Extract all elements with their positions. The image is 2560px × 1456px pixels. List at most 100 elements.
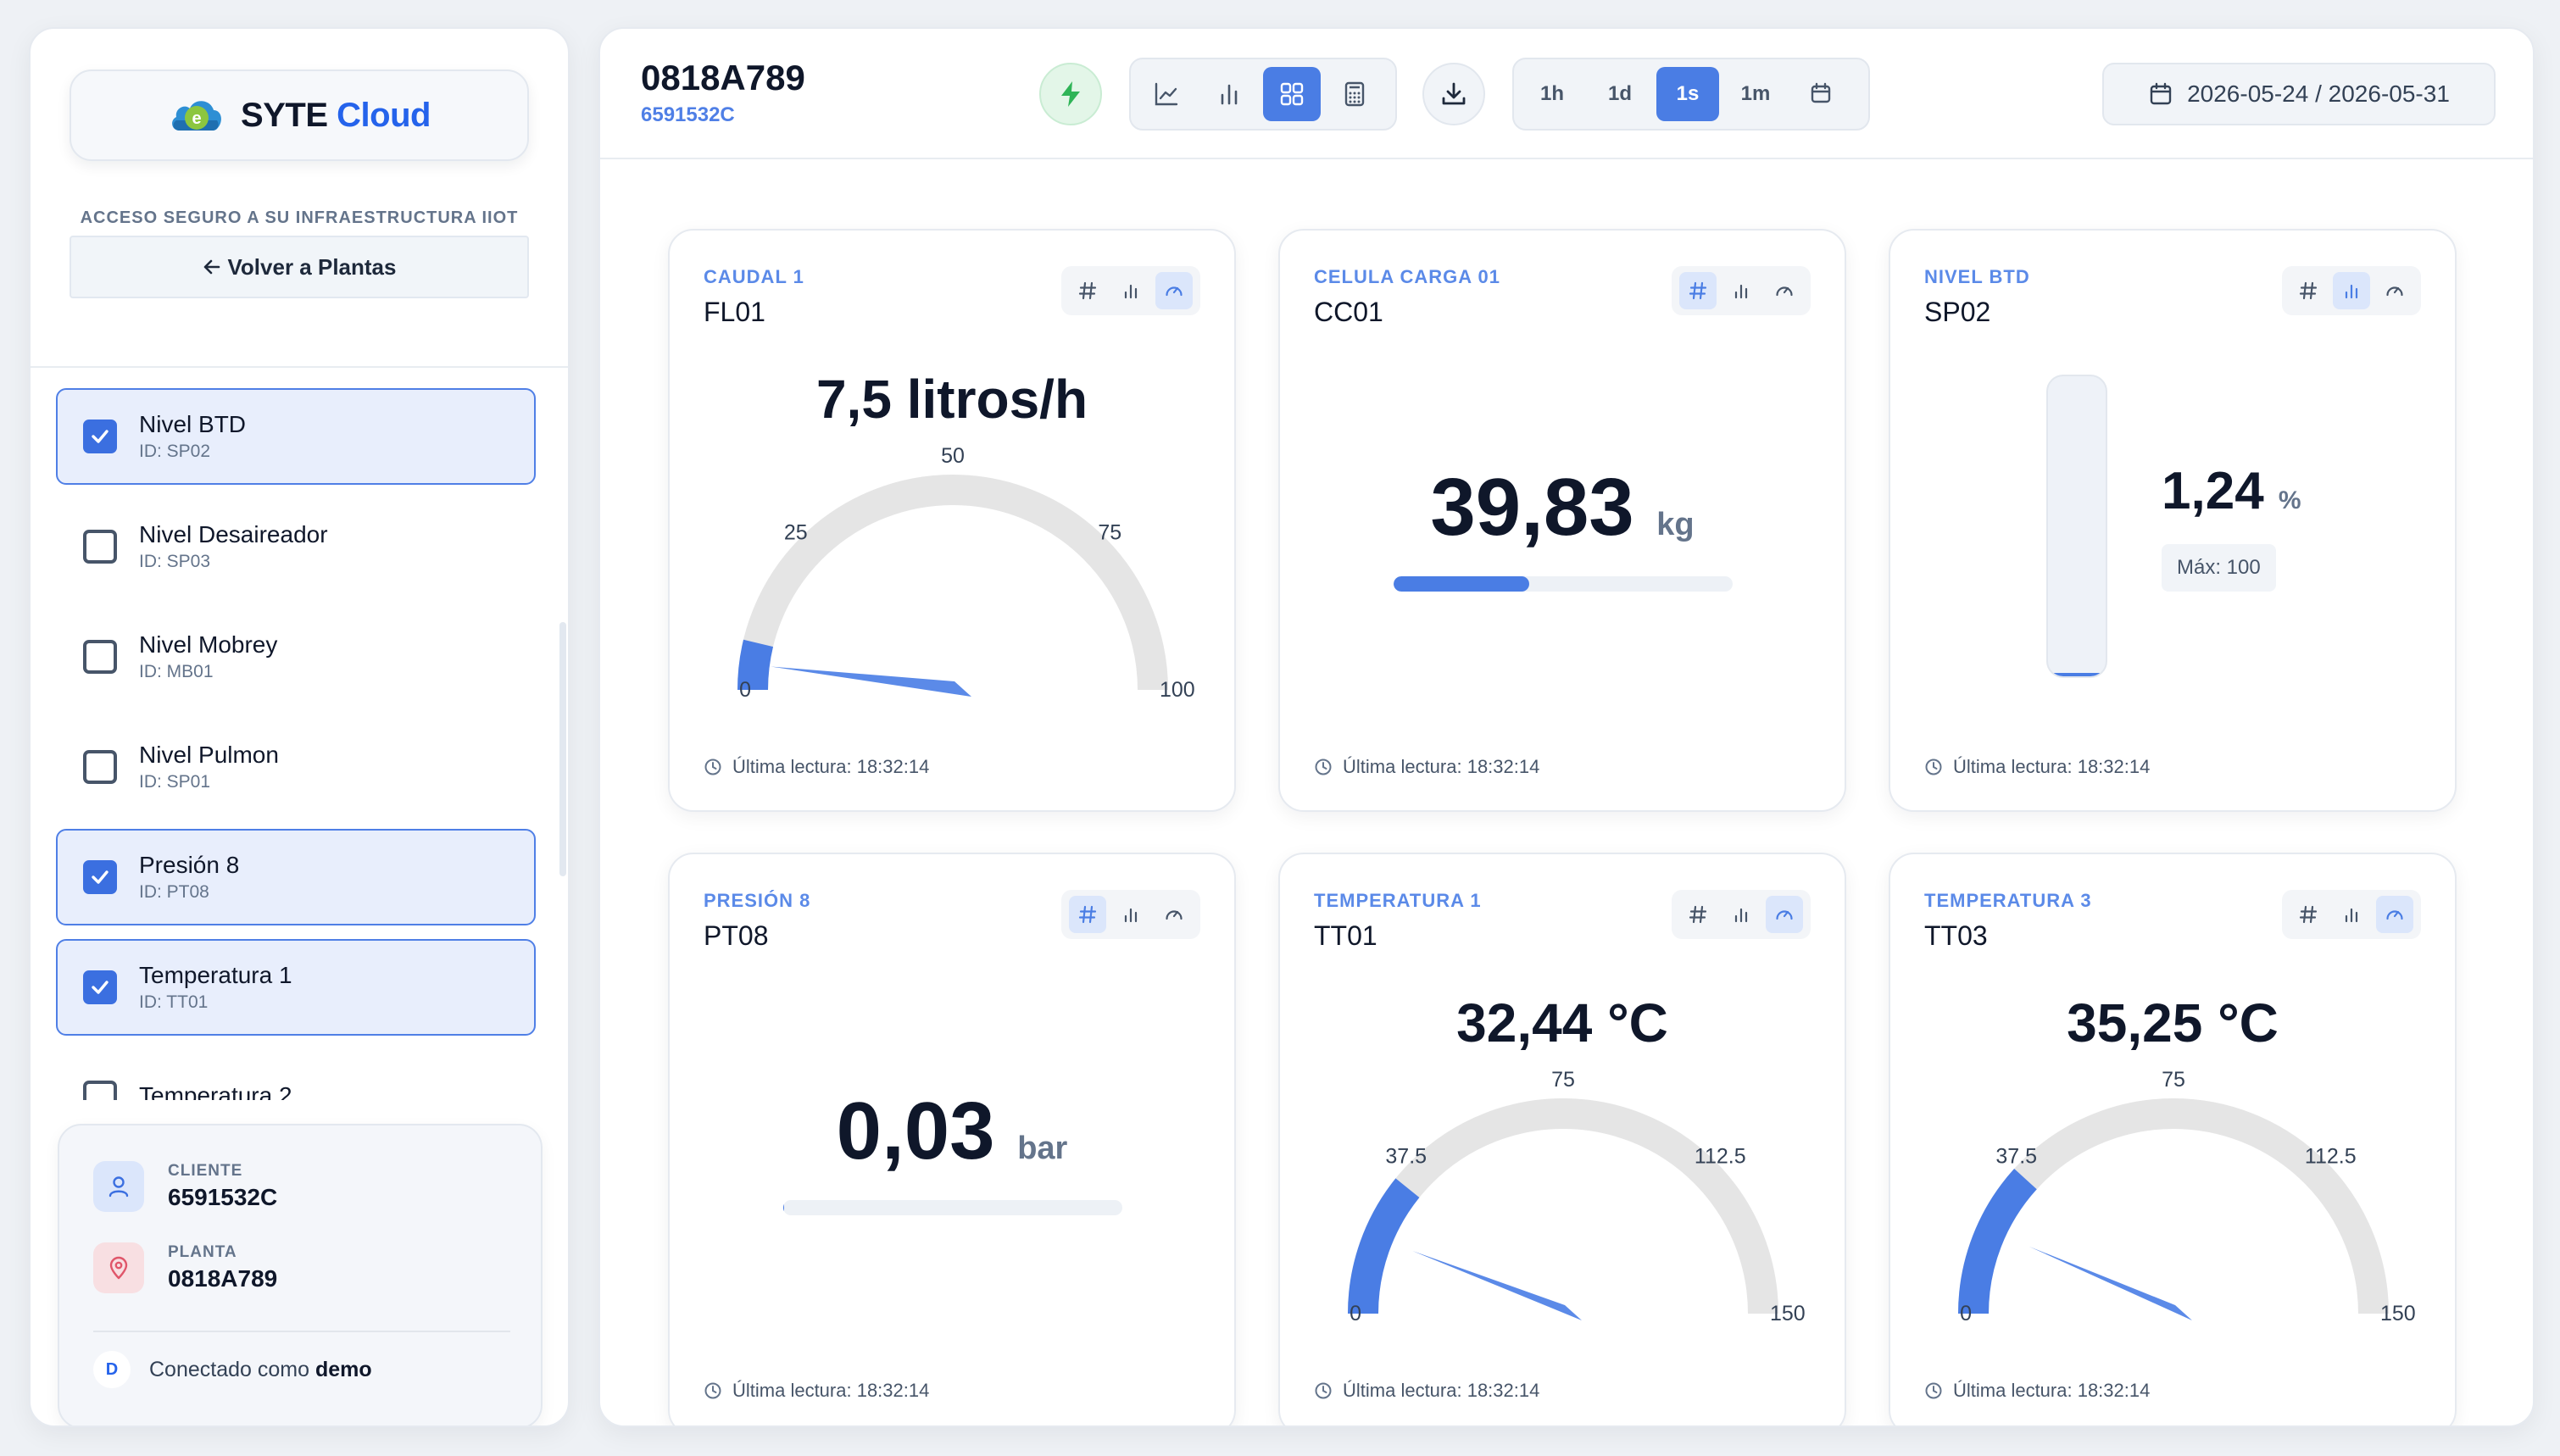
- sensor-item[interactable]: Nivel Mobrey ID: MB01: [56, 609, 536, 705]
- sensor-checkbox[interactable]: [83, 1081, 117, 1100]
- page-title: 0818A789: [641, 58, 805, 97]
- plant-info: PLANTA 0818A789: [93, 1242, 277, 1293]
- sensor-checkbox[interactable]: [83, 530, 117, 564]
- number-view-button[interactable]: [1069, 896, 1107, 933]
- back-to-plants-button[interactable]: Volver a Plantas: [70, 236, 529, 298]
- sensor-card-tt01: 0 37.5 75 112.5 150 TEMPERATURA 1 TT01 32,44 °C…: [1278, 853, 1846, 1425]
- line-chart-view-button[interactable]: [1138, 67, 1195, 121]
- hash-icon: [1689, 281, 1707, 300]
- sensor-name: Temperatura 1: [139, 962, 292, 988]
- sensor-item[interactable]: Nivel Pulmon ID: SP01: [56, 719, 536, 815]
- card-view-toggle: [1061, 266, 1200, 315]
- value-progress-fill: [783, 1200, 785, 1215]
- gauge-view-button[interactable]: [2376, 272, 2413, 309]
- level-bar-fill: [2048, 672, 2106, 676]
- gauge-tick-label: 150: [1770, 1302, 1806, 1325]
- last-reading: Última lectura: 18:32:14: [1314, 1380, 1539, 1402]
- bar-view-button[interactable]: [1722, 272, 1760, 309]
- avatar[interactable]: D: [93, 1351, 131, 1388]
- bar-view-button[interactable]: [2333, 896, 2370, 933]
- value-progress-track: [783, 1200, 1122, 1215]
- sensor-list: Nivel BTD ID: SP02 Nivel Desaireador ID: SP…: [56, 388, 536, 1100]
- sensor-name: Nivel Desaireador: [139, 521, 328, 547]
- sensor-checkbox[interactable]: [83, 640, 117, 674]
- svg-text:e: e: [192, 109, 201, 128]
- gauge-tick-label: 75: [1098, 521, 1121, 545]
- sensor-item[interactable]: Temperatura 1 ID: TT01: [56, 939, 536, 1036]
- sensor-checkbox[interactable]: [83, 970, 117, 1004]
- gauge-icon: [2386, 910, 2403, 920]
- max-badge: Máx: 100: [2162, 544, 2276, 592]
- sensor-item[interactable]: Presión 8 ID: PT08: [56, 829, 536, 925]
- range-button-1d[interactable]: 1d: [1589, 67, 1651, 121]
- clock-icon: [704, 1382, 721, 1399]
- gauge-icon: [2386, 286, 2403, 297]
- date-range-picker[interactable]: 2026-05-24 / 2026-05-31: [2102, 63, 2496, 125]
- last-reading-text: Última lectura: 18:32:14: [1953, 756, 2151, 777]
- gauge-needle: [1412, 1250, 1582, 1320]
- number-view-button[interactable]: [1679, 272, 1717, 309]
- back-to-plants-label: Volver a Plantas: [227, 253, 397, 280]
- calculator-view-button[interactable]: [1326, 67, 1383, 121]
- gauge-view-button[interactable]: [2375, 896, 2413, 933]
- gauge-view-button[interactable]: [1765, 896, 1803, 933]
- bar-view-button[interactable]: [1722, 896, 1760, 933]
- gauge-view-button[interactable]: [1155, 896, 1193, 933]
- number-view-button[interactable]: [1679, 896, 1717, 933]
- number-view-button[interactable]: [2290, 272, 2327, 309]
- sensor-id: ID: SP01: [139, 772, 211, 792]
- range-button-1h[interactable]: 1h: [1521, 67, 1583, 121]
- card-label: TEMPERATURA 1: [1314, 890, 1482, 911]
- sensor-checkbox[interactable]: [83, 750, 117, 784]
- sensor-item[interactable]: Nivel Desaireador ID: SP03: [56, 498, 536, 595]
- sidebar: e SYTE Cloud ACCESO SEGURO A SU INFRAEST…: [29, 27, 570, 1427]
- sensor-text: Nivel BTD ID: SP02: [139, 411, 246, 462]
- sensor-item[interactable]: Nivel BTD ID: SP02: [56, 388, 536, 485]
- sensor-checkbox[interactable]: [83, 860, 117, 894]
- bar-chart-view-button[interactable]: [1200, 67, 1258, 121]
- sensor-id: ID: PT08: [139, 882, 209, 902]
- client-info: CLIENTE 6591532C: [93, 1161, 277, 1212]
- sensor-checkbox[interactable]: [83, 420, 117, 453]
- sensor-item[interactable]: Temperatura 2: [56, 1049, 536, 1100]
- grid-view-button[interactable]: [1263, 67, 1321, 121]
- bar-view-button[interactable]: [2332, 272, 2370, 309]
- download-button[interactable]: [1422, 63, 1485, 125]
- custom-range-button[interactable]: [1792, 67, 1850, 121]
- check-icon: [92, 870, 109, 884]
- card-label: CAUDAL 1: [704, 266, 804, 287]
- sensor-list-scrollbar[interactable]: [559, 622, 566, 876]
- brand-cloud: Cloud: [337, 96, 431, 134]
- sensor-card-fl01: 0 25 50 75 100 CAUDAL 1 FL01 7,5 litros/h Última…: [668, 229, 1236, 812]
- last-reading: Última lectura: 18:32:14: [1314, 756, 1539, 778]
- hash-icon: [2300, 905, 2318, 924]
- check-icon: [92, 430, 109, 443]
- last-reading-text: Última lectura: 18:32:14: [1953, 1380, 2151, 1401]
- gauge-needle: [2029, 1246, 2192, 1320]
- last-reading-text: Última lectura: 18:32:14: [1343, 1380, 1540, 1401]
- number-view-button[interactable]: [1069, 272, 1106, 309]
- range-button-1m[interactable]: 1m: [1724, 67, 1787, 121]
- sensor-name: Nivel BTD: [139, 411, 247, 437]
- card-code: TT01: [1314, 920, 1377, 951]
- realtime-toggle-button[interactable]: [1039, 63, 1102, 125]
- brand-logo-box[interactable]: e SYTE Cloud: [70, 69, 529, 161]
- cloud-logo-icon: e: [172, 101, 221, 131]
- card-view-toggle: [2282, 266, 2421, 315]
- bar-view-button[interactable]: [1112, 272, 1149, 309]
- gauge-value-arc: [1958, 1169, 2037, 1314]
- bar-chart-icon: [2345, 284, 2358, 299]
- gauge-tick-label: 50: [941, 444, 965, 468]
- number-view-button[interactable]: [2290, 896, 2327, 933]
- card-view-toggle: [2282, 890, 2421, 939]
- range-button-1s[interactable]: 1s: [1656, 67, 1719, 121]
- brand-name: SYTE Cloud: [241, 97, 431, 135]
- bar-view-button[interactable]: [1112, 896, 1149, 933]
- card-value-wrap: 1,24 %: [2162, 461, 2301, 521]
- gauge-icon: [1776, 910, 1793, 920]
- card-label: CELULA CARGA 01: [1314, 266, 1500, 287]
- card-value: 32,44 °C: [1456, 992, 1668, 1053]
- bar-chart-icon: [1124, 284, 1138, 299]
- gauge-view-button[interactable]: [1155, 272, 1193, 309]
- gauge-view-button[interactable]: [1766, 272, 1803, 309]
